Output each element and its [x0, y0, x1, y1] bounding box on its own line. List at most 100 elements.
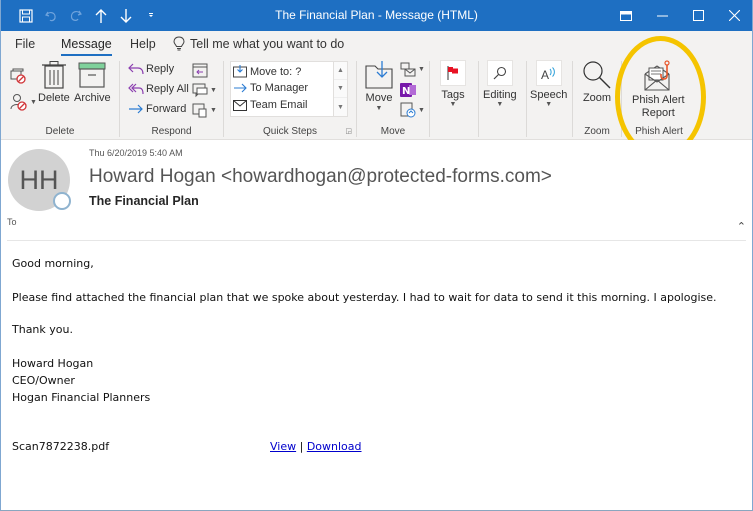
window-controls: [608, 0, 752, 31]
reply-all-icon: [128, 83, 144, 95]
quick-steps-scrollbar[interactable]: ▲ ▼ ▼: [333, 62, 347, 116]
quick-step-move-to[interactable]: Move to: ?: [233, 65, 301, 78]
view-link[interactable]: View: [270, 440, 296, 453]
attachment-links: View | Download: [270, 440, 362, 453]
move-button[interactable]: Move ▼: [365, 60, 393, 112]
chevron-down-icon: ▼: [496, 101, 504, 108]
zoom-button[interactable]: Zoom: [582, 60, 612, 105]
meeting-reply-button[interactable]: [192, 62, 208, 78]
tab-file[interactable]: File: [15, 37, 35, 51]
ribbon-display-options-button[interactable]: [608, 0, 644, 31]
chevron-down-icon: ▼: [418, 106, 425, 114]
junk-button[interactable]: ▼: [10, 93, 37, 111]
reply-all-label: Reply All: [146, 83, 189, 95]
tab-message[interactable]: Message: [61, 37, 112, 56]
expand-gallery-icon[interactable]: ▼: [334, 98, 347, 116]
scroll-up-icon[interactable]: ▲: [334, 62, 347, 80]
archive-button[interactable]: Archive: [74, 60, 111, 105]
ribbon: ▼ Delete Archive Delete Reply Reply All: [1, 57, 752, 194]
envelope-icon: [233, 99, 247, 111]
reply-all-button[interactable]: Reply All: [128, 83, 189, 95]
attachment-filename: Scan7872238.pdf: [12, 440, 110, 453]
speech-button[interactable]: A Speech ▼: [530, 60, 567, 108]
forward-button[interactable]: Forward: [128, 103, 186, 115]
greeting: Good morning,: [12, 257, 94, 270]
message-header: HH Thu 6/20/2019 5:40 AM Howard Hogan <h…: [1, 140, 752, 241]
move-label: Move: [365, 92, 393, 104]
download-link[interactable]: Download: [307, 440, 362, 453]
link-separator: |: [299, 440, 304, 453]
rules-icon: [400, 62, 416, 77]
delete-label: Delete: [38, 92, 70, 104]
minimize-icon: [656, 15, 668, 17]
signature-company: Hogan Financial Planners: [12, 391, 151, 404]
editing-button[interactable]: Editing ▼: [483, 60, 517, 108]
sender-name[interactable]: Howard Hogan <howardhogan@protected-form…: [89, 166, 552, 188]
chevron-down-icon: ▼: [418, 66, 425, 73]
collapse-header-button[interactable]: ⌃: [737, 220, 746, 233]
zoom-label: Zoom: [582, 92, 612, 104]
search-icon: [493, 66, 506, 80]
phish-alert-report-button[interactable]: Phish Alert Report: [632, 60, 685, 120]
signature-title: CEO/Owner: [12, 374, 75, 387]
delete-button[interactable]: Delete: [38, 60, 70, 105]
quick-step-team-email-label: Team Email: [250, 99, 308, 111]
quick-step-team-email[interactable]: Team Email: [233, 99, 307, 111]
body-paragraph: Please find attached the financial plan …: [12, 291, 717, 304]
thanks-line: Thank you.: [12, 323, 73, 336]
more-respond-icon: [192, 103, 207, 118]
speech-label: Speech: [530, 89, 568, 101]
reply-label: Reply: [146, 63, 175, 75]
actions-button[interactable]: ▼: [400, 102, 425, 118]
tell-me-search[interactable]: Tell me what you want to do: [173, 36, 344, 51]
phish-alert-label-line1: Phish Alert: [632, 94, 685, 106]
lightbulb-icon: [173, 36, 185, 51]
header-divider: [7, 240, 746, 241]
chevron-down-icon: ▼: [30, 98, 37, 106]
signature-name: Howard Hogan: [12, 357, 94, 370]
forward-arrow-icon: [129, 104, 143, 114]
ignore-icon: [10, 68, 26, 84]
svg-text:A: A: [541, 68, 549, 81]
chat-icon: [192, 83, 208, 98]
rules-button[interactable]: ▼: [400, 62, 425, 77]
onenote-button[interactable]: N: [400, 82, 416, 98]
archive-label: Archive: [74, 92, 111, 104]
ribbon-display-icon: [620, 10, 632, 21]
tags-button[interactable]: Tags ▼: [440, 60, 466, 108]
ignore-button[interactable]: [10, 68, 26, 84]
trash-icon: [41, 61, 66, 89]
chevron-down-icon: ▼: [210, 106, 217, 114]
dialog-launcher-icon[interactable]: ◲: [345, 127, 352, 135]
close-button[interactable]: [716, 0, 752, 31]
scroll-down-icon[interactable]: ▼: [334, 80, 347, 98]
quick-step-move-to-label: Move to: ?: [250, 65, 302, 78]
quick-step-to-manager-label: To Manager: [250, 82, 309, 94]
respond-group: Reply Reply All Forward ▼ ▼ Respond: [120, 57, 223, 140]
maximize-button[interactable]: [680, 0, 716, 31]
chevron-down-icon: ▼: [449, 101, 457, 108]
move-to-folder-icon: [233, 65, 247, 78]
title-bar: The Financial Plan - Message (HTML): [1, 0, 752, 31]
im-reply-button[interactable]: ▼: [192, 82, 217, 98]
chevron-up-icon: ⌃: [736, 221, 746, 233]
ribbon-tabs: File Message Help Tell me what you want …: [1, 31, 752, 57]
editing-tile: [486, 60, 513, 86]
read-aloud-icon: A: [541, 67, 555, 81]
tags-label: Tags: [441, 89, 465, 101]
editing-label: Editing: [483, 89, 517, 101]
tags-group: Tags ▼: [430, 57, 478, 140]
zoom-group-label: Zoom: [584, 126, 610, 137]
message-date: Thu 6/20/2019 5:40 AM: [89, 148, 183, 158]
phish-alert-label: Phish Alert Report: [632, 94, 685, 120]
magnifier-icon: [583, 61, 611, 89]
more-respond-button[interactable]: ▼: [192, 102, 217, 118]
reply-button[interactable]: Reply: [128, 63, 174, 75]
phish-alert-group-label: Phish Alert: [635, 126, 683, 137]
respond-group-label: Respond: [151, 126, 192, 137]
zoom-group: Zoom Zoom: [573, 57, 621, 140]
delete-group: ▼ Delete Archive Delete: [1, 57, 119, 140]
quick-step-to-manager[interactable]: To Manager: [233, 82, 308, 94]
tab-help[interactable]: Help: [130, 37, 156, 51]
minimize-button[interactable]: [644, 0, 680, 31]
